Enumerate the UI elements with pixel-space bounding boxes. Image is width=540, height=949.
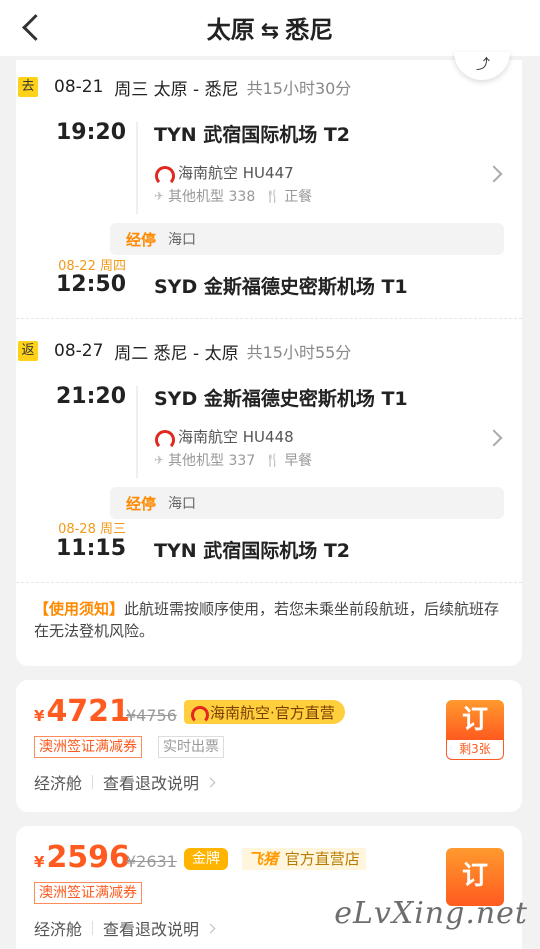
outbound-aircraft: ✈ 其他机型 338 🍴 正餐	[154, 186, 312, 206]
return-airline[interactable]: 海南航空 HU448	[154, 426, 294, 450]
original-price: ¥4756	[126, 706, 177, 725]
return-arr-airport: TYN 武宿国际机场 T2	[154, 540, 351, 562]
usage-notice: 【使用须知】此航班需按顺序使用，若您未乘坐前段航班，后续航班存在无法登机风险。	[34, 598, 508, 642]
return-duration: 共15小时55分	[246, 343, 352, 362]
hainan-airlines-logo-icon	[190, 705, 209, 724]
meal-icon: 🍴	[265, 189, 281, 203]
share-button[interactable]: ⤴	[454, 52, 510, 80]
title-to: 悉尼	[285, 16, 334, 44]
return-stop-bar: 经停 海口	[110, 487, 504, 519]
instant-ticket-tag: 实时出票	[158, 736, 224, 758]
cabin-row: 经济舱 查看退改说明	[34, 916, 216, 940]
outbound-date: 08-21	[54, 77, 104, 97]
return-aircraft-type: 其他机型 337	[168, 453, 256, 469]
gold-badge: 金牌	[184, 848, 228, 870]
offer-price: ¥ 4721	[34, 694, 130, 729]
chevron-right-icon	[205, 777, 216, 787]
separator	[92, 775, 94, 789]
outbound-tag: 去	[18, 77, 38, 97]
return-aircraft: ✈ 其他机型 337 🍴 早餐	[154, 450, 312, 470]
outbound-arr-airport: SYD 金斯福德史密斯机场 T1	[154, 276, 408, 298]
return-weekday: 周二	[114, 343, 149, 364]
outbound-airline[interactable]: 海南航空 HU447	[154, 162, 294, 186]
outbound-arr-time: 12:50	[55, 272, 126, 297]
shop-text: 官方直营店	[284, 850, 360, 868]
divider	[16, 318, 522, 319]
cabin-class: 经济舱	[34, 920, 83, 939]
outbound-flight-no: 海南航空 HU447	[178, 164, 294, 182]
original-price: ¥2631	[126, 852, 177, 871]
currency-symbol: ¥	[34, 707, 45, 725]
shop-badge: 飞猪 官方直营店	[242, 848, 366, 870]
book-button[interactable]: 订	[446, 700, 504, 740]
return-header: 返 08-27 周二 悉尼 - 太原 共15小时55分	[16, 336, 351, 366]
chevron-right-icon	[205, 923, 216, 933]
return-arr-date: 08-28 周三	[58, 522, 126, 537]
divider	[16, 582, 522, 583]
coupon-tag: 澳洲签证满减券	[34, 882, 142, 904]
nav-bar: 太原 ⇆ 悉尼	[0, 0, 540, 56]
return-date: 08-27	[54, 341, 104, 361]
page-title: 太原 ⇆ 悉尼	[0, 10, 540, 45]
stop-label: 经停	[126, 494, 157, 513]
offer-price: ¥ 2596	[34, 840, 130, 875]
brand-text: 海南航空·官方直营	[210, 703, 335, 722]
price-value: 4721	[46, 694, 130, 729]
meal-icon: 🍴	[265, 453, 281, 467]
return-dep-time: 21:20	[55, 384, 126, 409]
flight-detail-card: ⤴ 去 08-21 周三 太原 - 悉尼 共15小时30分 19:20 TYN …	[16, 52, 522, 666]
return-dep-airport: SYD 金斯福德史密斯机场 T1	[154, 388, 408, 410]
outbound-duration: 共15小时30分	[246, 79, 352, 98]
refund-policy-link[interactable]: 查看退改说明	[103, 916, 199, 940]
notice-label: 【使用须知】	[34, 600, 125, 618]
title-from: 太原	[206, 16, 255, 44]
brand-badge: 海南航空·官方直营	[184, 700, 345, 724]
stop-city: 海口	[168, 232, 197, 248]
outbound-dep-airport: TYN 武宿国际机场 T2	[154, 124, 351, 146]
return-tag: 返	[18, 341, 38, 361]
price-value: 2596	[46, 840, 130, 875]
outbound-aircraft-type: 其他机型 338	[168, 189, 256, 205]
offer-card[interactable]: ¥ 4721 ¥4756 海南航空·官方直营 澳洲签证满减券 实时出票 经济舱 …	[16, 680, 522, 812]
outbound-chevron-right-icon[interactable]	[485, 165, 503, 183]
cabin-row: 经济舱 查看退改说明	[34, 770, 216, 794]
hainan-airlines-logo-icon	[154, 165, 175, 186]
return-meal: 早餐	[284, 453, 313, 469]
swap-icon: ⇆	[260, 19, 280, 44]
outbound-route: 太原 - 悉尼	[153, 79, 239, 100]
plane-icon: ✈	[154, 453, 165, 467]
timeline-line	[136, 122, 138, 214]
watermark: eLvXing.net	[334, 896, 528, 931]
share-icon: ⤴	[476, 57, 490, 73]
refund-policy-link[interactable]: 查看退改说明	[103, 770, 199, 794]
separator	[92, 921, 94, 935]
stop-label: 经停	[126, 230, 157, 249]
fliggy-logo-icon: 飞猪	[248, 850, 279, 868]
remaining-seats: 剩3张	[446, 740, 504, 760]
outbound-stop-bar: 经停 海口	[110, 223, 504, 255]
coupon-tag: 澳洲签证满减券	[34, 736, 142, 758]
stop-city: 海口	[168, 496, 197, 512]
cabin-class: 经济舱	[34, 774, 83, 793]
return-route: 悉尼 - 太原	[153, 343, 239, 364]
outbound-header: 去 08-21 周三 太原 - 悉尼 共15小时30分	[16, 72, 351, 102]
return-flight-no: 海南航空 HU448	[178, 428, 294, 446]
currency-symbol: ¥	[34, 853, 45, 871]
plane-icon: ✈	[154, 189, 165, 203]
hainan-airlines-logo-icon	[154, 429, 175, 450]
return-arr-time: 11:15	[55, 536, 126, 561]
outbound-meal: 正餐	[284, 189, 313, 205]
outbound-dep-time: 19:20	[55, 120, 126, 145]
timeline-line	[136, 386, 138, 478]
return-chevron-right-icon[interactable]	[485, 429, 503, 447]
outbound-weekday: 周三	[114, 79, 149, 100]
